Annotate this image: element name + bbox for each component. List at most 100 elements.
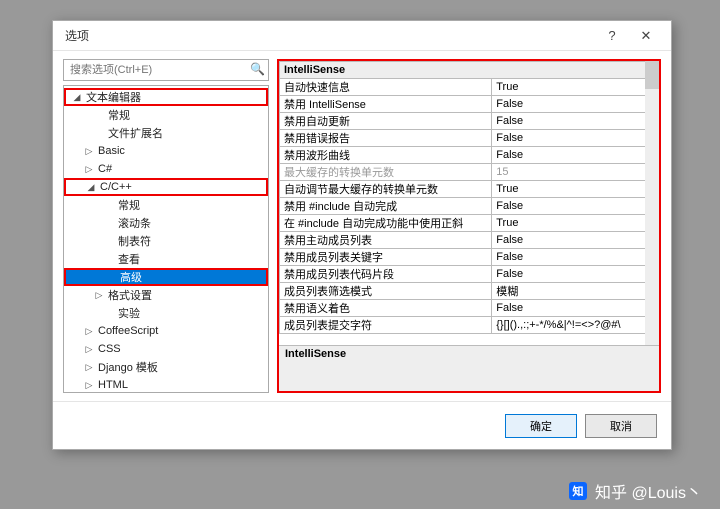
property-name: 禁用自动更新 [280, 113, 492, 130]
cancel-button[interactable]: 取消 [585, 414, 657, 438]
tree-item-label: HTML [98, 379, 128, 391]
property-name: 成员列表提交字符 [280, 317, 492, 334]
dialog-footer: 确定 取消 [53, 401, 671, 449]
property-row[interactable]: 禁用主动成员列表False [280, 232, 659, 249]
search-input[interactable] [63, 59, 269, 81]
tree-item[interactable]: ▷ Basic [64, 142, 268, 160]
property-value[interactable]: 15 [492, 164, 659, 181]
watermark-text: 知乎 @Louis丶 [595, 479, 702, 503]
property-grid[interactable]: IntelliSense 自动快速信息True禁用 IntelliSenseFa… [279, 61, 659, 345]
property-panel: IntelliSense 自动快速信息True禁用 IntelliSenseFa… [277, 59, 661, 393]
tree-item-label: 常规 [118, 197, 140, 213]
property-value[interactable]: False [492, 266, 659, 283]
options-tree[interactable]: ◢文本编辑器常规文件扩展名▷Basic▷C#◢C/C++常规滚动条制表符查看高级… [63, 85, 269, 393]
property-name: 禁用成员列表关键字 [280, 249, 492, 266]
property-row[interactable]: 禁用自动更新False [280, 113, 659, 130]
property-name: 禁用 IntelliSense [280, 96, 492, 113]
tree-item[interactable]: ◢文本编辑器 [64, 88, 268, 106]
expand-icon: ▷ [84, 146, 94, 157]
property-value[interactable]: False [492, 113, 659, 130]
expand-icon: ▷ [84, 380, 94, 391]
expand-icon: ▷ [84, 326, 94, 337]
property-row[interactable]: 禁用 IntelliSenseFalse [280, 96, 659, 113]
tree-item[interactable]: 常规 [64, 106, 268, 124]
tree-item-label: Django 模板 [98, 359, 158, 375]
expand-icon: ◢ [86, 182, 96, 193]
tree-item-label: C/C++ [100, 181, 132, 193]
property-name: 禁用错误报告 [280, 130, 492, 147]
property-row[interactable]: 自动调节最大缓存的转换单元数True [280, 181, 659, 198]
property-value[interactable]: False [492, 130, 659, 147]
search-icon: 🔍 [250, 62, 265, 76]
options-dialog: 选项 ? ✕ 🔍 ◢文本编辑器常规文件扩展名▷Basic▷C#◢C/C++常规滚… [52, 20, 672, 450]
expand-icon: ▷ [84, 344, 94, 355]
property-value[interactable]: {}[]().,:;+-*/%&|^!=<>?@#\ [492, 317, 659, 334]
tree-item[interactable]: 制表符 [64, 232, 268, 250]
property-name: 自动快速信息 [280, 79, 492, 96]
tree-item[interactable]: 滚动条 [64, 214, 268, 232]
property-name: 禁用成员列表代码片段 [280, 266, 492, 283]
tree-item[interactable]: 高级 [64, 268, 268, 286]
close-button[interactable]: ✕ [629, 25, 663, 47]
tree-item[interactable]: ▷格式设置 [64, 286, 268, 304]
description-title: IntelliSense [279, 346, 659, 362]
description-pane: IntelliSense [279, 345, 659, 391]
property-row[interactable]: 最大缓存的转换单元数15 [280, 164, 659, 181]
search-box: 🔍 [63, 59, 269, 81]
tree-item-label: 文件扩展名 [108, 125, 163, 141]
help-button[interactable]: ? [595, 25, 629, 47]
property-name: 自动调节最大缓存的转换单元数 [280, 181, 492, 198]
property-row[interactable]: 自动快速信息True [280, 79, 659, 96]
property-value[interactable]: False [492, 300, 659, 317]
property-value[interactable]: False [492, 147, 659, 164]
tree-item-label: 高级 [120, 269, 142, 285]
property-value[interactable]: 模糊 [492, 283, 659, 300]
tree-item[interactable]: ▷ Django 模板 [64, 358, 268, 376]
tree-item[interactable]: ▷C# [64, 160, 268, 178]
expand-icon: ▷ [84, 362, 94, 373]
property-row[interactable]: 禁用成员列表代码片段False [280, 266, 659, 283]
property-row[interactable]: 禁用语义着色False [280, 300, 659, 317]
tree-item-label: CSS [98, 343, 121, 355]
tree-item-label: Basic [98, 145, 125, 157]
property-value[interactable]: False [492, 96, 659, 113]
titlebar: 选项 ? ✕ [53, 21, 671, 51]
property-name: 在 #include 自动完成功能中使用正斜 [280, 215, 492, 232]
ok-button[interactable]: 确定 [505, 414, 577, 438]
tree-item-label: 滚动条 [118, 215, 151, 231]
tree-item[interactable]: 文件扩展名 [64, 124, 268, 142]
tree-item[interactable]: ◢ C/C++ [64, 178, 268, 196]
property-value[interactable]: True [492, 79, 659, 96]
property-row[interactable]: 禁用 #include 自动完成False [280, 198, 659, 215]
property-row[interactable]: 禁用成员列表关键字False [280, 249, 659, 266]
property-name: 禁用主动成员列表 [280, 232, 492, 249]
expand-icon: ▷ [94, 290, 104, 301]
tree-item[interactable]: ▷ CSS [64, 340, 268, 358]
scrollbar[interactable] [645, 61, 659, 345]
tree-item-label: 文本编辑器 [86, 89, 141, 105]
property-value[interactable]: False [492, 198, 659, 215]
grid-header: IntelliSense [280, 62, 659, 79]
property-row[interactable]: 禁用错误报告False [280, 130, 659, 147]
property-row[interactable]: 在 #include 自动完成功能中使用正斜True [280, 215, 659, 232]
tree-item[interactable]: 查看 [64, 250, 268, 268]
property-row[interactable]: 禁用波形曲线False [280, 147, 659, 164]
dialog-title: 选项 [65, 27, 595, 44]
tree-item-label: 制表符 [118, 233, 151, 249]
tree-item-label: CoffeeScript [98, 325, 158, 337]
tree-item-label: 查看 [118, 251, 140, 267]
property-value[interactable]: False [492, 232, 659, 249]
tree-item[interactable]: 实验 [64, 304, 268, 322]
tree-item[interactable]: 常规 [64, 196, 268, 214]
property-row[interactable]: 成员列表筛选模式模糊 [280, 283, 659, 300]
property-value[interactable]: True [492, 181, 659, 198]
tree-item[interactable]: ▷ CoffeeScript [64, 322, 268, 340]
property-value[interactable]: True [492, 215, 659, 232]
property-row[interactable]: 成员列表提交字符{}[]().,:;+-*/%&|^!=<>?@#\ [280, 317, 659, 334]
tree-item-label: 常规 [108, 107, 130, 123]
property-name: 禁用 #include 自动完成 [280, 198, 492, 215]
property-value[interactable]: False [492, 249, 659, 266]
tree-item[interactable]: ▷ HTML [64, 376, 268, 393]
expand-icon: ▷ [84, 164, 94, 175]
tree-item-label: 实验 [118, 305, 140, 321]
